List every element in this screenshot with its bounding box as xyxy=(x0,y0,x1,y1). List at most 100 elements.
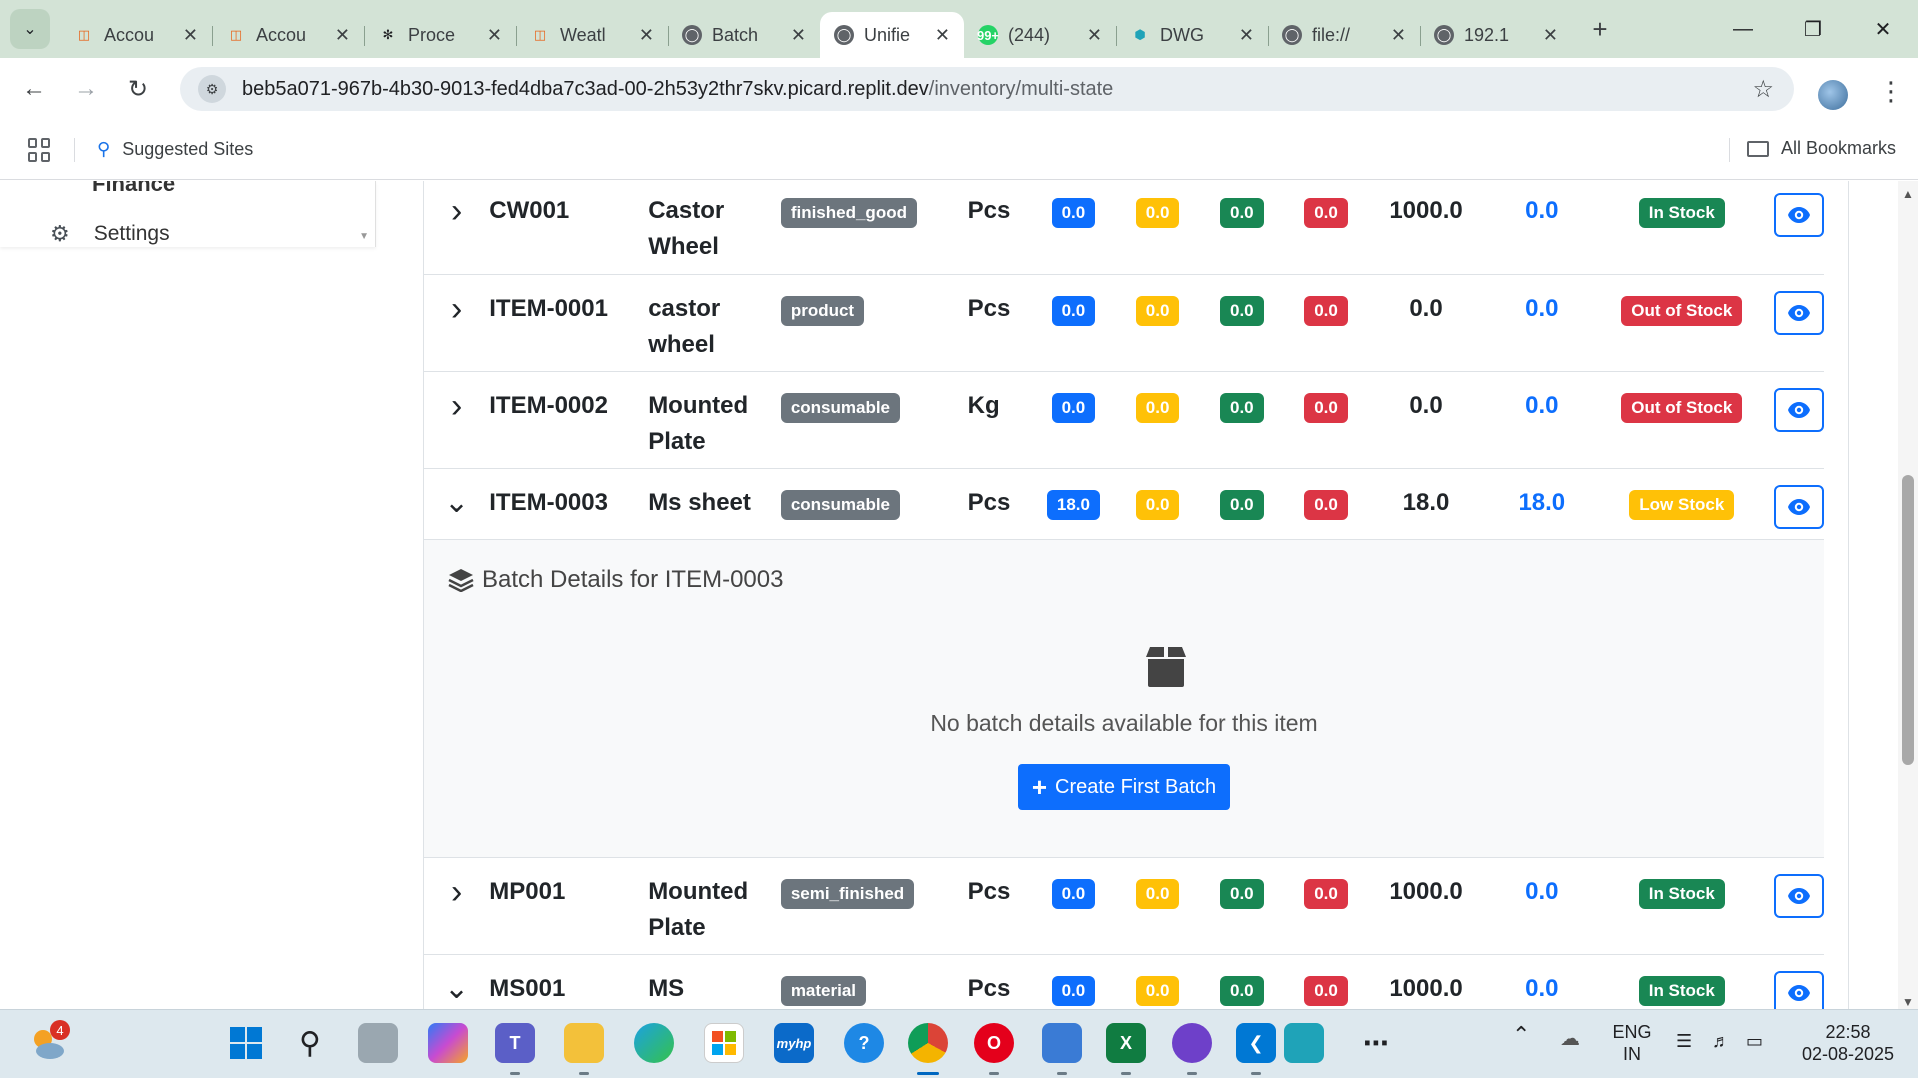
all-bookmarks-button[interactable]: All Bookmarks xyxy=(1746,138,1896,159)
vscode-icon[interactable]: ❮ xyxy=(1236,1023,1276,1063)
reload-button[interactable]: ↻ xyxy=(112,67,164,111)
profile-avatar[interactable] xyxy=(1818,80,1848,110)
file-explorer-icon[interactable] xyxy=(564,1023,604,1063)
show-hidden-icons-icon[interactable]: ⌃ xyxy=(1512,1024,1530,1046)
close-tab-icon[interactable]: ✕ xyxy=(791,25,806,46)
chevron-right-icon[interactable]: › xyxy=(451,192,462,230)
view-item-button[interactable] xyxy=(1774,873,1824,918)
chevron-down-icon[interactable]: ⌄ xyxy=(444,972,469,1005)
close-tab-icon[interactable]: ✕ xyxy=(935,25,950,46)
chevron-right-icon[interactable]: › xyxy=(451,290,462,328)
new-tab-button[interactable]: + xyxy=(1580,9,1620,49)
chevron-right-icon[interactable]: › xyxy=(451,387,462,425)
close-tab-icon[interactable]: ✕ xyxy=(1087,25,1102,46)
row-toggle[interactable]: › xyxy=(424,181,490,275)
opera-icon[interactable]: O xyxy=(974,1023,1014,1063)
close-tab-icon[interactable]: ✕ xyxy=(1239,25,1254,46)
teams-icon[interactable]: T xyxy=(495,1023,535,1063)
more-apps-icon[interactable]: ⋯ xyxy=(1356,1023,1396,1063)
close-window-button[interactable]: ✕ xyxy=(1848,0,1918,58)
quantity-cell: 0.0 xyxy=(1031,954,1116,1009)
battery-icon[interactable]: ▭ xyxy=(1746,1030,1763,1052)
browser-tab[interactable]: ◯ Batch ✕ xyxy=(668,12,820,58)
view-item-button[interactable] xyxy=(1774,970,1824,1009)
browser-tab[interactable]: ◫ Weatl ✕ xyxy=(516,12,668,58)
row-toggle[interactable]: ⌄ xyxy=(424,468,490,540)
sidebar-scroll-caret-icon[interactable]: ▼ xyxy=(359,231,369,242)
available-quantity: 0.0 xyxy=(1525,294,1559,322)
apps-grid-icon[interactable] xyxy=(28,137,52,162)
close-tab-icon[interactable]: ✕ xyxy=(639,25,654,46)
quantity-cell: 0.0 xyxy=(1199,857,1284,955)
search-icon[interactable]: ⚲ xyxy=(290,1023,330,1063)
onedrive-icon[interactable]: ☁ xyxy=(1560,1028,1580,1050)
row-toggle[interactable]: ⌄ xyxy=(424,954,490,1009)
clock[interactable]: 22:58 02-08-2025 xyxy=(1798,1021,1898,1065)
close-tab-icon[interactable]: ✕ xyxy=(335,25,350,46)
bookmark-star-icon[interactable]: ☆ xyxy=(1752,75,1774,104)
layers-icon xyxy=(448,568,474,592)
site-info-icon[interactable]: ⚙ xyxy=(198,75,226,103)
wifi-icon[interactable]: ☰ xyxy=(1676,1030,1692,1052)
scrollbar-thumb[interactable] xyxy=(1902,475,1914,765)
close-tab-icon[interactable]: ✕ xyxy=(1543,25,1558,46)
dwg-app-icon[interactable] xyxy=(1284,1023,1324,1063)
page-scrollbar[interactable]: ▲ ▼ xyxy=(1898,181,1918,1009)
browser-tab[interactable]: ◫ Accou ✕ xyxy=(60,12,212,58)
total-quantity: 1000.0 xyxy=(1389,877,1463,905)
copilot-icon[interactable] xyxy=(428,1023,468,1063)
total-cell: 18.0 xyxy=(1368,468,1484,540)
back-button[interactable]: ← xyxy=(8,67,60,111)
github-desktop-icon[interactable] xyxy=(1172,1023,1212,1063)
volume-icon[interactable]: ♬ xyxy=(1712,1030,1730,1052)
browser-tab[interactable]: ◫ Accou ✕ xyxy=(212,12,364,58)
windows-start-icon[interactable] xyxy=(226,1023,266,1063)
suggested-sites-bookmark[interactable]: Suggested Sites xyxy=(122,139,253,160)
browser-tab[interactable]: ⬢ DWG ✕ xyxy=(1116,12,1268,58)
chrome-icon[interactable] xyxy=(908,1023,948,1063)
quantity-cell: 0.0 xyxy=(1031,181,1116,275)
view-item-button[interactable] xyxy=(1774,290,1824,335)
browser-tab[interactable]: 99+ (244) ✕ xyxy=(964,12,1116,58)
row-toggle[interactable]: › xyxy=(424,857,490,955)
sidebar-item-finance[interactable]: Finance xyxy=(92,181,175,197)
scroll-down-icon[interactable]: ▼ xyxy=(1902,995,1914,1009)
row-toggle[interactable]: › xyxy=(424,371,490,469)
view-item-button[interactable] xyxy=(1774,193,1824,237)
quantity-badge-blue: 18.0 xyxy=(1046,489,1100,520)
chevron-down-icon[interactable]: ⌄ xyxy=(444,486,469,519)
browser-tab[interactable]: ◯ Unifie ✕ xyxy=(820,12,964,58)
edge-icon[interactable] xyxy=(634,1023,674,1063)
address-bar[interactable]: ⚙ beb5a071-967b-4b30-9013-fed4dba7c3ad-0… xyxy=(180,67,1794,111)
excel-icon[interactable]: X xyxy=(1106,1023,1146,1063)
language-indicator[interactable]: ENG IN xyxy=(1612,1021,1652,1065)
status-badge: Low Stock xyxy=(1629,489,1735,520)
browser-tab[interactable]: ◯ 192.1 ✕ xyxy=(1420,12,1572,58)
sidebar-item-settings[interactable]: ⚙ Settings xyxy=(50,221,170,247)
close-tab-icon[interactable]: ✕ xyxy=(183,25,198,46)
close-tab-icon[interactable]: ✕ xyxy=(1391,25,1406,46)
myhp-icon[interactable]: myhp xyxy=(774,1023,814,1063)
close-tab-icon[interactable]: ✕ xyxy=(487,25,502,46)
url-host: beb5a071-967b-4b30-9013-fed4dba7c3ad-00-… xyxy=(242,77,929,100)
browser-tab[interactable]: ◯ file:// ✕ xyxy=(1268,12,1420,58)
quantity-cell: 0.0 xyxy=(1031,857,1116,955)
chevron-right-icon[interactable]: › xyxy=(451,873,462,911)
create-first-batch-button[interactable]: + Create First Batch xyxy=(1018,763,1230,810)
browser-menu-icon[interactable]: ⋮ xyxy=(1878,76,1904,107)
notepad-icon[interactable] xyxy=(1042,1023,1082,1063)
row-toggle[interactable]: › xyxy=(424,274,490,372)
task-view-icon[interactable] xyxy=(358,1023,398,1063)
ms-store-icon[interactable] xyxy=(704,1023,744,1063)
view-item-button[interactable] xyxy=(1774,387,1824,432)
scroll-up-icon[interactable]: ▲ xyxy=(1902,187,1914,201)
unit-label: Pcs xyxy=(967,488,1011,516)
help-icon[interactable]: ? xyxy=(844,1023,884,1063)
minimize-button[interactable]: — xyxy=(1708,0,1778,58)
tab-search-button[interactable]: ⌄ xyxy=(10,9,50,49)
restore-button[interactable]: ❐ xyxy=(1778,0,1848,58)
forward-button[interactable]: → xyxy=(60,67,112,111)
view-item-button[interactable] xyxy=(1774,484,1824,529)
category-cell: semi_finished xyxy=(780,857,958,955)
browser-tab[interactable]: ✻ Proce ✕ xyxy=(364,12,516,58)
